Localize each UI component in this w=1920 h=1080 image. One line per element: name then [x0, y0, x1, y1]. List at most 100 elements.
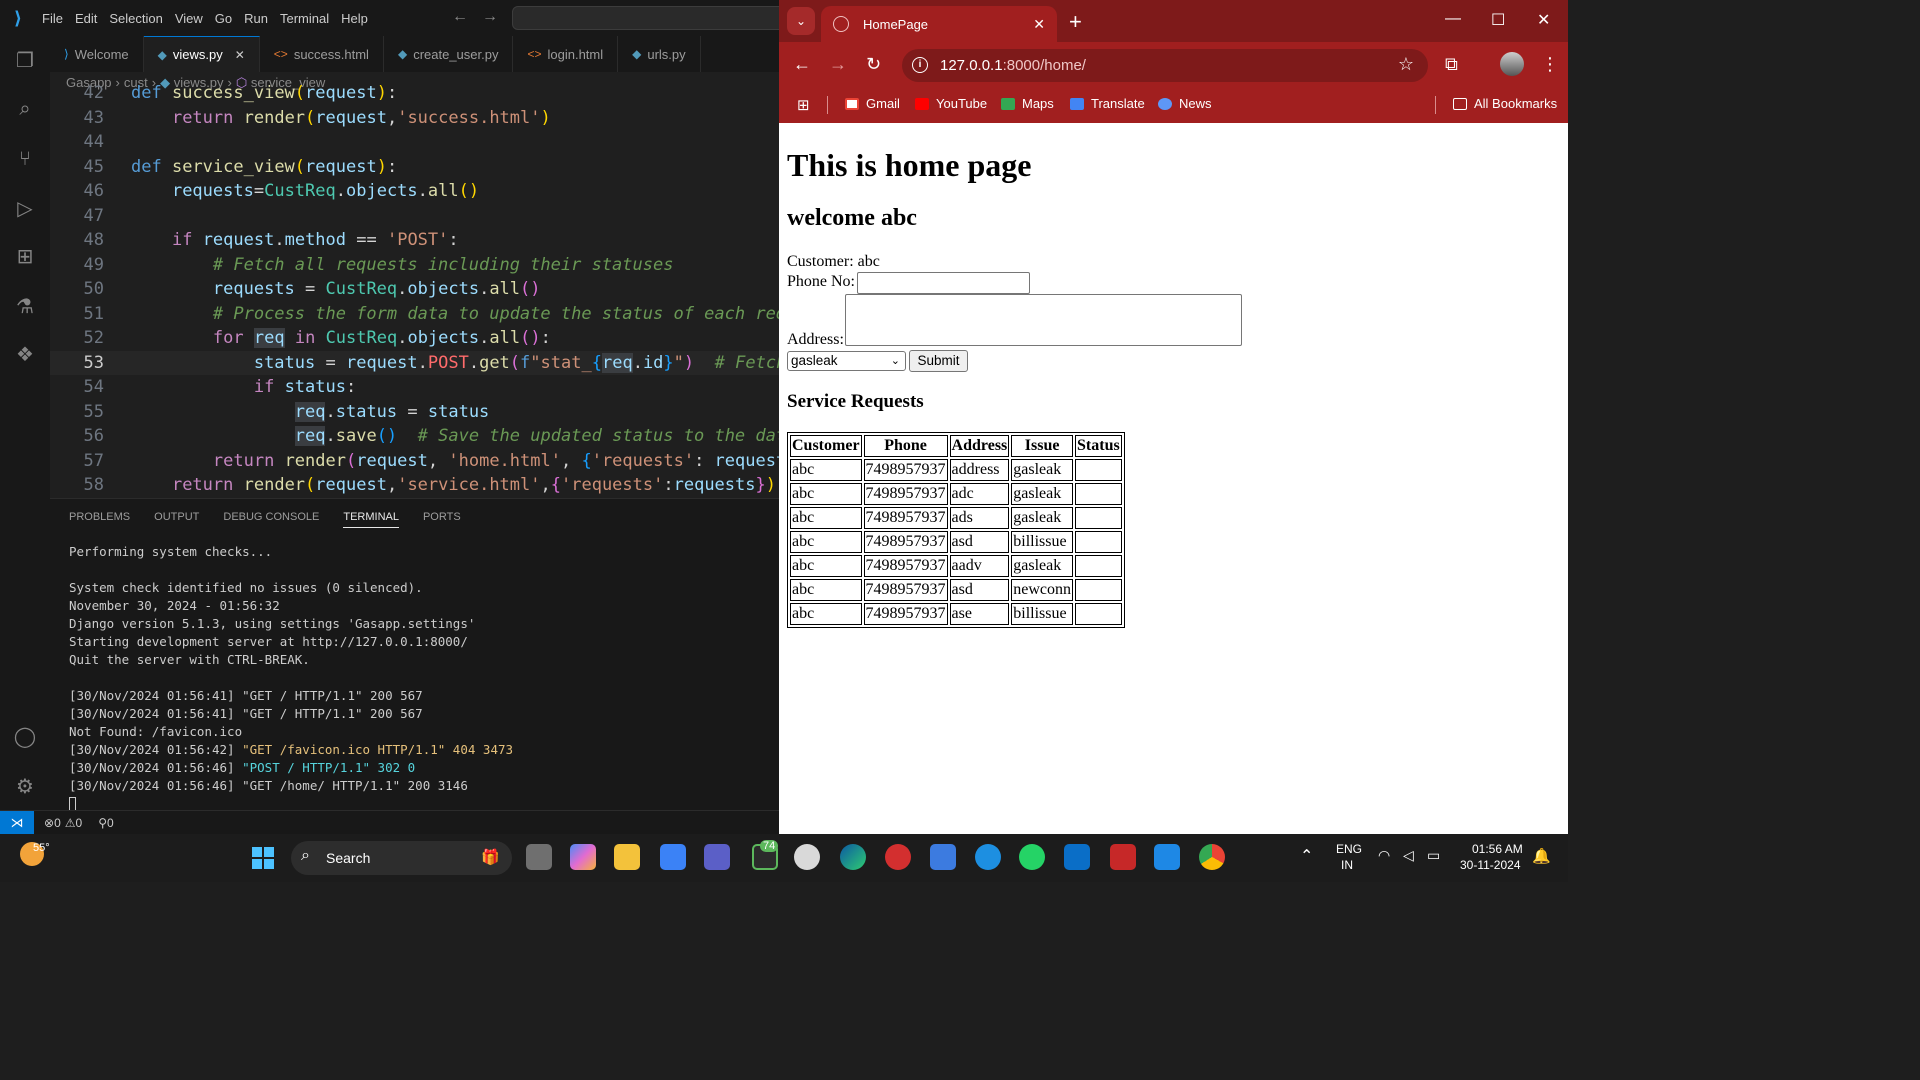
python-icon[interactable]: ❖: [12, 342, 38, 368]
weather-temp[interactable]: 55°: [33, 842, 50, 854]
bookmark-news[interactable]: News: [1158, 96, 1212, 111]
start-windows-icon[interactable]: [252, 847, 274, 869]
tab-urls-py[interactable]: ◆ urls.py: [618, 36, 701, 72]
error-count[interactable]: 0: [54, 816, 61, 830]
close-window-icon[interactable]: ✕: [1537, 10, 1550, 30]
tab-debug-console[interactable]: DEBUG CONSOLE: [223, 511, 319, 523]
whatsapp-icon[interactable]: [1019, 844, 1045, 870]
issue-select[interactable]: gasleak ⌄: [787, 351, 906, 371]
clock-app-icon[interactable]: [794, 844, 820, 870]
column-header: Customer: [790, 435, 862, 457]
tab-login-html[interactable]: <> login.html: [513, 36, 619, 72]
terminal-output[interactable]: Performing system checks... System check…: [69, 543, 513, 813]
tab-terminal[interactable]: TERMINAL: [343, 511, 399, 528]
tab-views-py[interactable]: ◆ views.py ✕: [143, 36, 260, 72]
notification-bell-icon[interactable]: 🔔: [1532, 847, 1551, 865]
menu-edit[interactable]: Edit: [69, 11, 103, 26]
help-icon[interactable]: [975, 844, 1001, 870]
chevron-up-icon[interactable]: ⌃: [1300, 846, 1313, 866]
back-arrow-icon[interactable]: ←: [793, 54, 811, 75]
bookmark-translate[interactable]: Translate: [1070, 96, 1145, 111]
settings-gear-icon[interactable]: ⚙: [12, 774, 38, 800]
reload-icon[interactable]: ↻: [866, 54, 881, 75]
tab-output[interactable]: OUTPUT: [154, 511, 199, 523]
tab-success-html[interactable]: <> success.html: [260, 36, 384, 72]
mcafee-icon[interactable]: [1110, 844, 1136, 870]
warning-count[interactable]: 0: [76, 816, 83, 830]
address-bar[interactable]: i 127.0.0.1:8000/home/ ☆: [902, 49, 1428, 82]
apps-grid-icon[interactable]: ⊞: [797, 96, 810, 114]
terminal-line: Performing system checks...: [69, 544, 273, 559]
menu-help[interactable]: Help: [335, 11, 374, 26]
profile-avatar[interactable]: [1500, 52, 1524, 76]
bookmark-gmail[interactable]: Gmail: [845, 96, 900, 111]
vscode-taskbar-icon[interactable]: [1154, 844, 1180, 870]
phone-input[interactable]: [857, 272, 1030, 294]
clock-time[interactable]: 01:56 AM: [1472, 842, 1523, 856]
search-icon[interactable]: ⌕: [12, 96, 38, 122]
bookmark-star-icon[interactable]: ☆: [1398, 54, 1414, 75]
maximize-icon[interactable]: ☐: [1491, 10, 1505, 30]
back-forward-arrows-icon[interactable]: ←→: [452, 8, 512, 26]
tab-problems[interactable]: PROBLEMS: [69, 511, 130, 523]
battery-icon[interactable]: ▭: [1427, 847, 1440, 864]
explorer-icon[interactable]: ❐: [12, 48, 38, 74]
command-center-input[interactable]: [512, 6, 792, 30]
notepad-icon[interactable]: [660, 844, 686, 870]
minimize-icon[interactable]: —: [1445, 10, 1461, 28]
browser-tab-homepage[interactable]: HomePage ✕: [821, 6, 1057, 42]
submit-button[interactable]: Submit: [909, 350, 968, 372]
site-info-icon[interactable]: i: [912, 57, 928, 73]
tab-create-user-py[interactable]: ◆ create_user.py: [384, 36, 514, 72]
menu-go[interactable]: Go: [209, 11, 238, 26]
tab-search-chevron-icon[interactable]: ⌄: [787, 7, 815, 35]
table-cell: [1075, 555, 1122, 577]
all-bookmarks-folder[interactable]: All Bookmarks: [1453, 96, 1557, 111]
tab-welcome[interactable]: ⟩ Welcome: [50, 36, 144, 72]
table-cell: 7498957937: [863, 603, 948, 625]
menu-view[interactable]: View: [169, 11, 209, 26]
volume-icon[interactable]: ◁: [1403, 847, 1414, 864]
ports-count[interactable]: 0: [107, 816, 114, 830]
code-editor[interactable]: 42 def success_view(request): 43 return r…: [50, 84, 779, 498]
myhp-icon[interactable]: [1064, 844, 1090, 870]
extensions-puzzle-icon[interactable]: ⧉: [1445, 54, 1458, 75]
url-text[interactable]: 127.0.0.1:8000/home/: [940, 57, 1086, 74]
microsoft-store-icon[interactable]: [930, 844, 956, 870]
taskbar-search[interactable]: ⌕ Search 🎁: [291, 841, 512, 875]
extensions-icon[interactable]: ⊞: [12, 244, 38, 270]
language-eng[interactable]: ENG: [1336, 842, 1362, 856]
wifi-icon[interactable]: ◠: [1378, 847, 1390, 864]
tab-ports[interactable]: PORTS: [423, 511, 461, 523]
forward-arrow-icon[interactable]: →: [829, 54, 847, 75]
table-cell: aadv: [949, 555, 1010, 577]
clock-date[interactable]: 30-11-2024: [1460, 858, 1521, 872]
menu-run[interactable]: Run: [238, 11, 274, 26]
opera-icon[interactable]: [885, 844, 911, 870]
close-tab-icon[interactable]: ✕: [1033, 16, 1045, 33]
menu-terminal[interactable]: Terminal: [274, 11, 335, 26]
chrome-taskbar-icon[interactable]: [1199, 844, 1225, 870]
warning-icon[interactable]: ⚠: [65, 816, 76, 830]
teams-icon[interactable]: [704, 844, 730, 870]
ports-icon[interactable]: ⚲: [98, 816, 107, 830]
menu-file[interactable]: File: [36, 11, 69, 26]
bookmark-maps[interactable]: Maps: [1001, 96, 1054, 111]
language-in[interactable]: IN: [1341, 858, 1353, 872]
new-tab-plus-icon[interactable]: +: [1069, 9, 1082, 35]
task-view-icon[interactable]: [526, 844, 552, 870]
run-debug-icon[interactable]: ▷: [12, 196, 38, 222]
menu-selection[interactable]: Selection: [103, 11, 168, 26]
edge-icon[interactable]: [840, 844, 866, 870]
testing-icon[interactable]: ⚗: [12, 294, 38, 320]
error-icon[interactable]: ⊗: [44, 816, 54, 830]
accounts-icon[interactable]: ◯: [12, 724, 38, 750]
source-control-icon[interactable]: ⑂: [12, 146, 38, 172]
address-textarea[interactable]: [845, 294, 1242, 346]
more-menu-icon[interactable]: ⋮: [1541, 54, 1559, 75]
remote-indicator-icon[interactable]: ⋊: [0, 810, 34, 835]
close-icon[interactable]: ✕: [235, 48, 245, 62]
file-explorer-icon[interactable]: [614, 844, 640, 870]
copilot-icon[interactable]: [570, 844, 596, 870]
bookmark-youtube[interactable]: YouTube: [915, 96, 987, 111]
